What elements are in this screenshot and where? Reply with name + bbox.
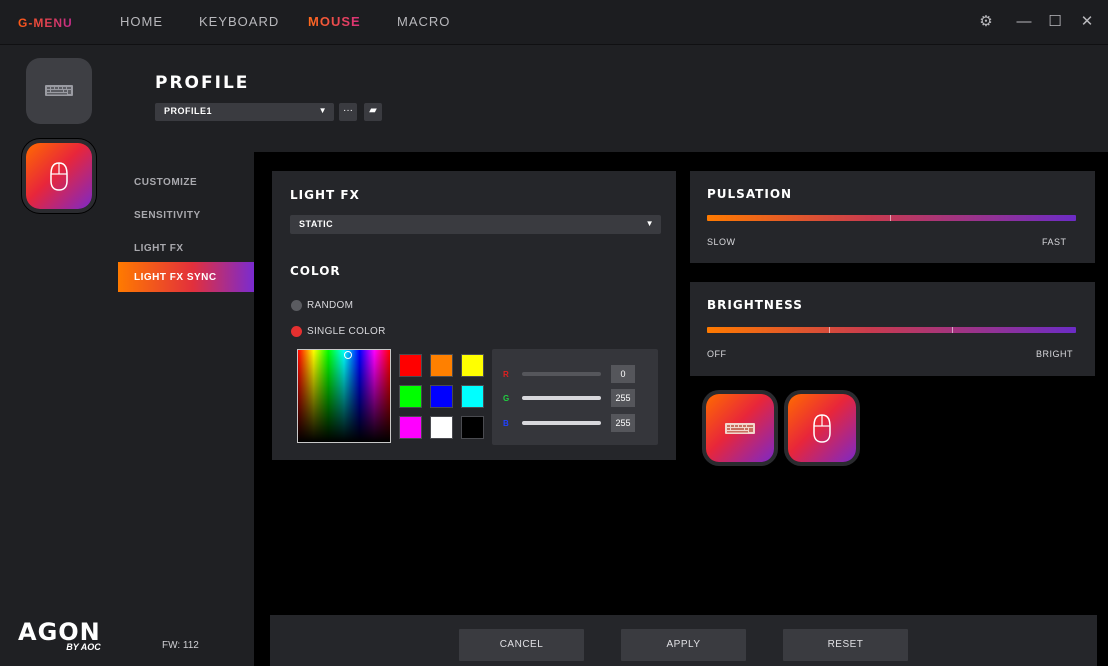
rgb-r-value[interactable]: 0 — [611, 365, 635, 383]
rgb-r-label: R — [503, 370, 509, 379]
firmware-version: FW: 112 — [162, 640, 199, 651]
profile-dropdown[interactable]: PROFILE1 ▼ — [155, 103, 334, 121]
swatch-black[interactable] — [461, 416, 484, 439]
profile-selected-label: PROFILE1 — [164, 106, 213, 116]
subnav-item-customize[interactable]: CUSTOMIZE — [118, 167, 254, 197]
swatch-cyan[interactable] — [461, 385, 484, 408]
profile-folder-icon[interactable]: ▰ — [364, 103, 382, 121]
swatch-yellow[interactable] — [461, 354, 484, 377]
color-title: COLOR — [290, 264, 341, 278]
radio-random[interactable] — [291, 300, 302, 311]
sync-mouse-button[interactable] — [788, 394, 856, 462]
keyboard-icon — [45, 85, 73, 96]
effect-selected-label: STATIC — [299, 219, 334, 229]
color-picker[interactable] — [297, 349, 391, 443]
effect-dropdown[interactable]: STATIC ▼ — [290, 215, 661, 234]
pulsation-title: PULSATION — [707, 187, 793, 201]
rgb-b-slider[interactable] — [522, 421, 601, 425]
subnav-item-light-fx-sync[interactable]: LIGHT FX SYNC — [118, 262, 254, 292]
brand-logo: AGON BY AOC — [18, 620, 101, 652]
settings-icon[interactable]: ⚙ — [976, 12, 996, 32]
brightness-tick — [952, 327, 953, 333]
pulsation-max-label: FAST — [1042, 237, 1067, 247]
picker-cursor[interactable] — [344, 351, 352, 359]
mouse-icon — [813, 414, 831, 443]
radio-random-label: RANDOM — [307, 300, 354, 311]
nav-tab-home[interactable]: HOME — [120, 14, 163, 29]
rgb-b-label: B — [503, 419, 509, 428]
rgb-g-label: G — [503, 394, 510, 403]
radio-single-color-label: SINGLE COLOR — [307, 326, 386, 337]
keyboard-icon — [725, 423, 755, 434]
brightness-slider[interactable] — [707, 327, 1076, 333]
device-keyboard-button[interactable] — [26, 58, 92, 124]
swatch-red[interactable] — [399, 354, 422, 377]
close-icon[interactable]: ✕ — [1077, 12, 1097, 32]
radio-single-color[interactable] — [291, 326, 302, 337]
device-mouse-button[interactable] — [26, 143, 92, 209]
maximize-icon[interactable]: ☐ — [1045, 12, 1065, 32]
chevron-down-icon: ▼ — [318, 106, 327, 115]
device-rail — [0, 45, 118, 666]
brightness-min-label: OFF — [707, 349, 727, 359]
rgb-b-value[interactable]: 255 — [611, 414, 635, 432]
apply-button[interactable]: APPLY — [621, 629, 746, 661]
nav-tab-keyboard[interactable]: KEYBOARD — [199, 14, 279, 29]
rgb-g-slider[interactable] — [522, 396, 601, 400]
sync-keyboard-button[interactable] — [706, 394, 774, 462]
swatch-white[interactable] — [430, 416, 453, 439]
app-logo: G-MENU — [18, 16, 73, 30]
swatch-orange[interactable] — [430, 354, 453, 377]
brightness-tick — [829, 327, 830, 333]
light-fx-title: LIGHT FX — [290, 188, 360, 202]
brand-main: AGON — [18, 618, 101, 646]
mouse-icon — [50, 162, 68, 191]
swatch-blue[interactable] — [430, 385, 453, 408]
rgb-r-slider[interactable] — [522, 372, 601, 376]
brightness-max-label: BRIGHT — [1036, 349, 1074, 359]
subnav-item-light-fx[interactable]: LIGHT FX — [118, 233, 254, 263]
nav-tab-macro[interactable]: MACRO — [397, 14, 450, 29]
pulsation-slider[interactable] — [707, 215, 1076, 221]
brightness-title: BRIGHTNESS — [707, 298, 803, 312]
profile-title: PROFILE — [155, 73, 250, 93]
swatch-magenta[interactable] — [399, 416, 422, 439]
cancel-button[interactable]: CANCEL — [459, 629, 584, 661]
top-bar — [0, 0, 1108, 45]
pulsation-min-label: SLOW — [707, 237, 736, 247]
swatch-green[interactable] — [399, 385, 422, 408]
rgb-g-value[interactable]: 255 — [611, 389, 635, 407]
pulsation-tick — [890, 215, 891, 221]
profile-more-button[interactable]: ··· — [339, 103, 357, 121]
subnav-item-sensitivity[interactable]: SENSITIVITY — [118, 200, 254, 230]
minimize-icon[interactable]: — — [1014, 12, 1034, 32]
chevron-down-icon: ▼ — [645, 219, 654, 228]
reset-button[interactable]: RESET — [783, 629, 908, 661]
nav-tab-mouse[interactable]: MOUSE — [308, 14, 361, 29]
profile-header — [118, 45, 1108, 152]
